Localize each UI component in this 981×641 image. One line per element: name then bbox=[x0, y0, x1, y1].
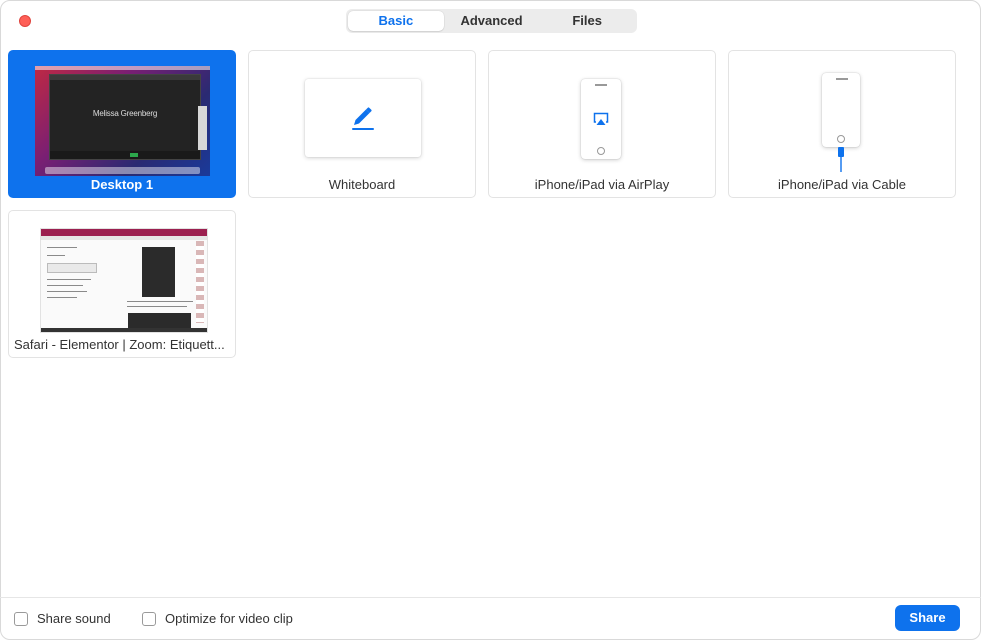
embedded-zoom-panel bbox=[142, 247, 175, 297]
share-control bbox=[130, 153, 138, 157]
phone-home-button bbox=[837, 135, 845, 143]
phone-speaker bbox=[595, 84, 607, 86]
share-sound-label: Share sound bbox=[37, 611, 111, 626]
share-tile-safari-window[interactable]: Safari - Elementor | Zoom: Etiquett... bbox=[8, 210, 236, 358]
cable-icon bbox=[838, 147, 844, 172]
tab-advanced[interactable]: Advanced bbox=[444, 11, 540, 31]
close-window-button[interactable] bbox=[19, 15, 31, 27]
phone-speaker bbox=[836, 78, 848, 80]
tile-label-airplay: iPhone/iPad via AirPlay bbox=[534, 177, 670, 192]
share-sound-option[interactable]: Share sound bbox=[14, 611, 111, 626]
whiteboard-preview bbox=[305, 79, 421, 157]
desktop-zoom-window: Melissa Greenberg bbox=[49, 74, 201, 160]
share-type-tabs: Basic Advanced Files bbox=[346, 9, 637, 33]
share-sound-checkbox[interactable] bbox=[14, 611, 28, 626]
iphone-icon bbox=[581, 79, 621, 159]
text-line bbox=[47, 279, 91, 280]
safari-bottom-bar bbox=[41, 328, 207, 332]
optimize-video-option[interactable]: Optimize for video clip bbox=[142, 611, 293, 626]
phone-home-button bbox=[597, 147, 605, 155]
share-tile-desktop[interactable]: Melissa Greenberg Desktop 1 bbox=[8, 50, 236, 198]
tile-label-whiteboard: Whiteboard bbox=[328, 177, 396, 192]
text-line bbox=[47, 285, 83, 286]
share-tile-airplay[interactable]: iPhone/iPad via AirPlay bbox=[488, 50, 716, 198]
tab-basic[interactable]: Basic bbox=[348, 11, 444, 31]
text-line bbox=[47, 247, 77, 248]
text-line bbox=[47, 291, 87, 292]
share-tile-whiteboard[interactable]: Whiteboard bbox=[248, 50, 476, 198]
iphone-icon bbox=[822, 73, 860, 147]
tile-label-desktop: Desktop 1 bbox=[90, 177, 154, 192]
share-tile-cable[interactable]: iPhone/iPad via Cable bbox=[728, 50, 956, 198]
optimize-video-label: Optimize for video clip bbox=[165, 611, 293, 626]
editor-toolbar bbox=[47, 263, 97, 273]
safari-nav bbox=[41, 236, 207, 240]
tile-label-cable: iPhone/iPad via Cable bbox=[778, 177, 906, 192]
airplay-icon bbox=[593, 112, 609, 125]
text-line bbox=[127, 301, 193, 302]
desktop-thumbnail: Melissa Greenberg bbox=[35, 66, 210, 176]
desktop-menubar bbox=[35, 66, 210, 70]
text-line bbox=[127, 306, 187, 307]
tab-files[interactable]: Files bbox=[539, 11, 635, 31]
embedded-notification bbox=[128, 313, 191, 329]
optimize-video-checkbox[interactable] bbox=[142, 611, 156, 626]
desktop-dock bbox=[45, 167, 200, 174]
meeting-controls bbox=[50, 151, 200, 159]
safari-window-thumbnail bbox=[40, 228, 208, 333]
share-button[interactable]: Share bbox=[895, 605, 960, 631]
thumbnail-strip bbox=[196, 241, 204, 323]
text-line bbox=[47, 255, 65, 256]
text-line bbox=[47, 297, 77, 298]
pencil-icon bbox=[352, 107, 374, 130]
participant-name: Melissa Greenberg bbox=[92, 109, 158, 118]
safari-header-bar bbox=[41, 229, 207, 236]
desktop-side-window bbox=[198, 106, 207, 150]
window-titlebar bbox=[50, 75, 200, 80]
tile-label-safari: Safari - Elementor | Zoom: Etiquett... bbox=[14, 337, 225, 352]
